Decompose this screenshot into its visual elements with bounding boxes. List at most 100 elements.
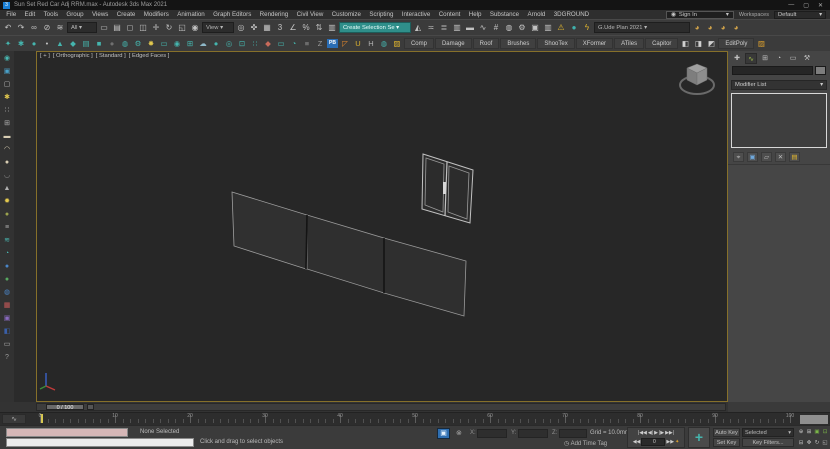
configure-modifier-sets-button[interactable]: ▤ [789,152,800,162]
ct-u-icon[interactable]: U [352,37,364,50]
state-sets-icon[interactable]: ▥ [542,21,554,34]
lt-ball-icon[interactable]: ● [2,261,13,273]
menu-item[interactable]: Edit [20,11,39,18]
lt-group-icon[interactable]: ∷ [2,105,13,117]
add-button[interactable]: + [688,427,710,448]
viewport-menu-plus[interactable]: [ + ] [40,53,50,59]
lt-box-icon[interactable]: ◧ [2,326,13,338]
menu-item[interactable]: Group [62,11,88,18]
align-icon[interactable]: ≍ [425,21,437,34]
warning-icon[interactable]: ⚠ [555,21,567,34]
plane-object-3[interactable] [384,238,466,316]
atiles-button[interactable]: ATiles [614,38,644,49]
zoom-icon[interactable]: ⊕ [797,427,805,438]
ct-h-icon[interactable]: H [365,37,377,50]
render-online-icon[interactable]: ◕ [717,21,729,34]
lt-sphere-icon[interactable]: ● [2,274,13,286]
edit-named-selections-icon[interactable]: ▥ [326,21,338,34]
tab-motion-icon[interactable]: ◔ [773,53,785,64]
folder2-icon[interactable]: ▨ [755,37,767,50]
lt-blinds-icon[interactable]: ≡ [2,222,13,234]
plane-object-2[interactable] [307,215,384,293]
ct-menu-icon[interactable]: ≡ [301,37,313,50]
show-end-result-button[interactable]: ▣ [747,152,758,162]
lt-waves-icon[interactable]: ≋ [2,235,13,247]
ct-globe-icon[interactable]: ◍ [378,37,390,50]
render-setup-icon[interactable]: ⚙ [516,21,528,34]
auto-key-button[interactable]: Auto Key [713,428,740,437]
lt-monitor-icon[interactable]: ▭ [2,339,13,351]
lt-moon-icon[interactable]: ● [2,209,13,221]
selection-filter-dropdown[interactable]: All ▾ [67,22,97,33]
ref-coord-dropdown[interactable]: View ▾ [202,22,234,33]
layer-manager-icon[interactable]: ≣ [438,21,450,34]
render-production-icon[interactable]: ◕ [691,21,703,34]
menu-item[interactable]: 3DGROUND [550,11,594,18]
xformer-button[interactable]: XFormer [576,38,613,49]
ct-z-icon[interactable]: Z [314,37,326,50]
tab-create-icon[interactable]: ✚ [731,53,743,64]
capitor-button[interactable]: Capitor [645,38,678,49]
lt-frame-icon[interactable]: ▢ [2,79,13,91]
x-coord-field[interactable] [477,429,507,438]
object-color-swatch[interactable] [815,66,826,75]
lt-table-icon[interactable]: ⊞ [2,118,13,130]
menu-item[interactable]: Modifiers [140,11,173,18]
ct-disc-icon[interactable]: ◔ [288,37,300,50]
redo-icon[interactable]: ↷ [15,21,27,34]
object-name-field[interactable] [732,66,813,75]
lt-disc-icon[interactable]: ● [2,157,13,169]
key-selection-dropdown[interactable]: Selected ▾ [742,428,794,437]
viewcube[interactable] [680,64,714,94]
bind-spacewarp-icon[interactable]: ≋ [54,21,66,34]
go-to-start-icon[interactable]: |◀◀ [638,430,647,436]
previous-key-icon[interactable]: ◀| [648,430,653,436]
angle-snap-icon[interactable]: ∠ [287,21,299,34]
ct-brush-icon[interactable]: ◆ [262,37,274,50]
menu-item[interactable]: Customize [328,11,366,18]
menu-item[interactable]: Create [113,11,140,18]
brushes-button[interactable]: Brushes [500,38,536,49]
ct-walker-icon[interactable]: ✱ [15,37,27,50]
ct-page-icon[interactable]: ▤ [80,37,92,50]
damage-button[interactable]: Damage [435,38,472,49]
pin-stack-button[interactable]: ⌖ [733,152,744,162]
roof-button[interactable]: Roof [473,38,500,49]
select-scale-icon[interactable]: ◱ [176,21,188,34]
render-cloud-icon[interactable]: ◕ [730,21,742,34]
ribbon-icon[interactable]: ▬ [464,21,476,34]
window-object[interactable] [422,154,473,223]
y-coord-field[interactable] [518,429,548,438]
select-place-icon[interactable]: ◉ [189,21,201,34]
spinner-snap-icon[interactable]: ⇅ [313,21,325,34]
ct-corner-icon[interactable]: ◸ [339,37,351,50]
next-frame-icon[interactable]: ▶▶ [666,439,674,445]
menu-item[interactable]: Interactive [398,11,435,18]
tab-hierarchy-icon[interactable]: ⊞ [759,53,771,64]
tab-utilities-icon[interactable]: ⚒ [801,53,813,64]
workspace-dropdown[interactable]: Default ▾ [774,11,826,19]
ct-bulb-icon[interactable]: ✸ [145,37,157,50]
window-crossing-icon[interactable]: ◫ [137,21,149,34]
previous-frame-icon[interactable]: ◀◀ [633,439,641,445]
ct-person-icon[interactable]: ● [28,37,40,50]
zoom-extents-icon[interactable]: ▣ [813,427,821,438]
unlink-icon[interactable]: ⊘ [41,21,53,34]
viewport-faces-label[interactable]: [ Edged Faces ] [129,53,170,59]
region-rect-icon[interactable]: ◻ [124,21,136,34]
lt-lights-icon[interactable]: ✱ [2,92,13,104]
lt-earth-icon[interactable]: ◍ [2,287,13,299]
layout-c-icon[interactable]: ◩ [705,37,717,50]
next-key-icon[interactable]: |▶ [659,430,664,436]
layout-a-icon[interactable]: ◧ [679,37,691,50]
curve-editor-icon[interactable]: ∿ [477,21,489,34]
ct-ring-icon[interactable]: ◎ [223,37,235,50]
ct-camera2-icon[interactable]: ◉ [171,37,183,50]
select-by-name-icon[interactable]: ▤ [111,21,123,34]
menu-item[interactable]: Help [465,11,486,18]
time-slider-handle[interactable]: 0 / 100 [46,404,84,410]
go-to-end-icon[interactable]: ▶▶| [665,430,674,436]
menu-item[interactable]: Views [88,11,113,18]
rendered-frame-icon[interactable]: ▣ [529,21,541,34]
menu-item[interactable]: Substance [486,11,524,18]
